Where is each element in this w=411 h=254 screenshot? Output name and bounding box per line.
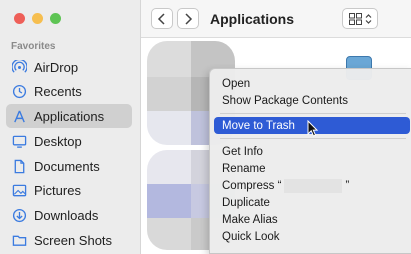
folder-icon (11, 232, 27, 248)
chevron-left-icon (157, 12, 165, 25)
chevron-updown-icon (365, 13, 371, 24)
menu-item-make-alias[interactable]: Make Alias (214, 211, 410, 228)
sidebar-item-label: Applications (34, 108, 105, 124)
sidebar-item-label: Desktop (34, 133, 82, 149)
toolbar: Applications (141, 0, 411, 38)
sidebar-item-downloads[interactable]: Downloads (6, 203, 132, 227)
document-icon (11, 158, 27, 174)
applications-icon (11, 108, 27, 124)
redacted-filename (284, 178, 343, 193)
close-window-button[interactable] (14, 13, 25, 24)
menu-item-show-package-contents[interactable]: Show Package Contents (214, 92, 410, 109)
sidebar-item-screen-shots[interactable]: Screen Shots (6, 228, 132, 252)
pictures-icon (11, 182, 27, 198)
desktop-icon (11, 133, 27, 149)
menu-item-rename[interactable]: Rename (214, 160, 410, 177)
menu-item-get-info[interactable]: Get Info (214, 143, 410, 160)
back-button[interactable] (151, 8, 173, 29)
sidebar-item-desktop[interactable]: Desktop (6, 129, 132, 153)
clock-icon (11, 83, 27, 99)
sidebar: Favorites AirDrop Recents Applications D… (0, 0, 141, 254)
sidebar-item-recents[interactable]: Recents (6, 79, 132, 103)
mouse-pointer-icon (307, 120, 319, 137)
menu-item-compress[interactable]: Compress “ ” (214, 177, 410, 194)
forward-button[interactable] (177, 8, 199, 29)
sidebar-item-airdrop[interactable]: AirDrop (6, 55, 132, 79)
downloads-icon (11, 207, 27, 223)
sidebar-item-pictures[interactable]: Pictures (6, 178, 132, 202)
menu-item-duplicate[interactable]: Duplicate (214, 194, 410, 211)
sidebar-item-label: Documents (34, 158, 100, 174)
sidebar-item-documents[interactable]: Documents (6, 154, 132, 178)
menu-separator (220, 138, 406, 139)
sidebar-item-label: Screen Shots (34, 232, 113, 248)
chevron-right-icon (185, 12, 193, 25)
view-options-button[interactable] (342, 8, 378, 29)
context-menu: Open Show Package Contents Move to Trash… (209, 68, 411, 254)
sidebar-item-applications[interactable]: Applications (6, 104, 132, 128)
compress-label: Compress “ (222, 179, 282, 192)
menu-item-quick-look[interactable]: Quick Look (214, 228, 410, 245)
menu-separator (220, 113, 406, 114)
window-controls (14, 13, 61, 24)
airdrop-icon (11, 59, 27, 75)
sidebar-item-label: AirDrop (34, 59, 79, 75)
compress-closing-quote: ” (345, 179, 350, 192)
grid-view-icon (348, 12, 362, 25)
favorites-heading: Favorites (11, 41, 56, 52)
sidebar-item-label: Recents (34, 83, 82, 99)
window-title: Applications (210, 11, 295, 27)
minimize-window-button[interactable] (32, 13, 43, 24)
sidebar-item-label: Pictures (34, 182, 81, 198)
zoom-window-button[interactable] (50, 13, 61, 24)
menu-item-open[interactable]: Open (214, 75, 410, 92)
sidebar-item-label: Downloads (34, 207, 99, 223)
